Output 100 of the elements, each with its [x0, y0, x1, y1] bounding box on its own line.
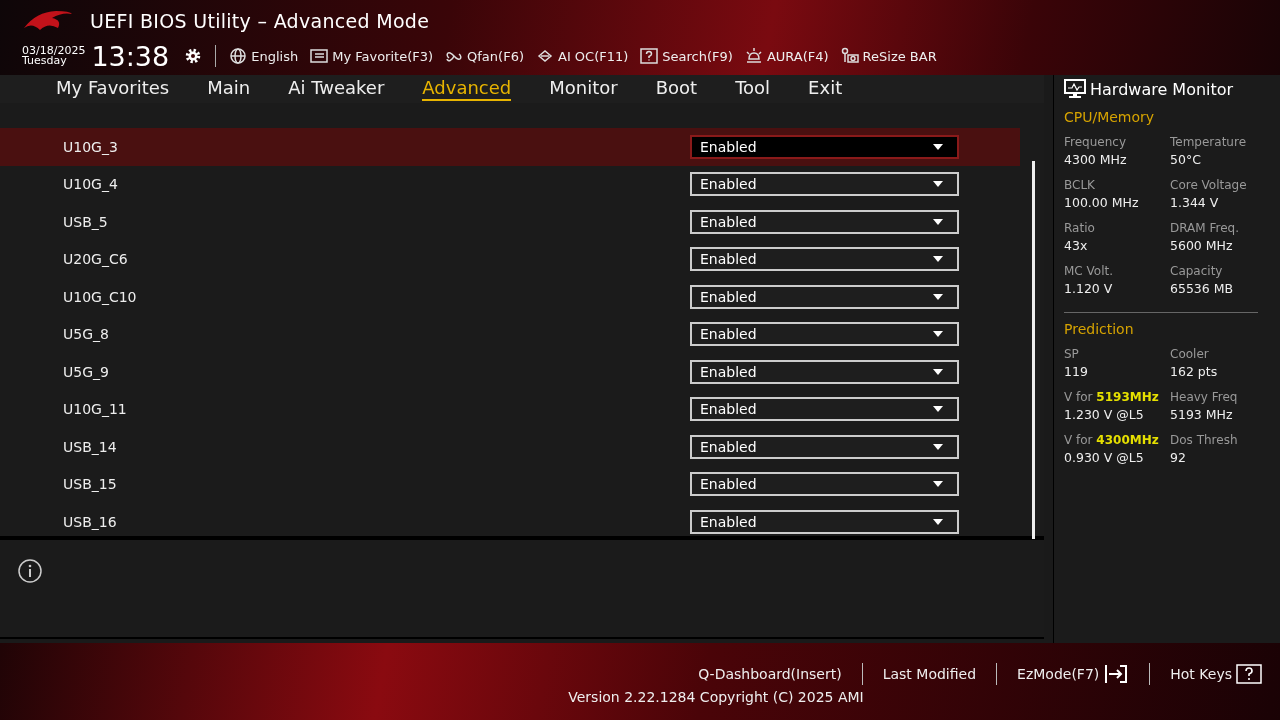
panel-title: Hardware Monitor	[1090, 79, 1234, 99]
caret-icon	[933, 481, 943, 488]
chip-icon	[535, 47, 555, 65]
stat-value: 5600 MHz	[1170, 238, 1234, 253]
caret-icon	[933, 518, 943, 525]
caret-icon	[933, 368, 943, 375]
toolbar-button[interactable]: ReSize BAR	[839, 47, 937, 65]
lamp-icon	[743, 47, 764, 65]
setting-label: U5G_8	[63, 326, 110, 343]
stat-value: 0.930 V @L5	[1064, 450, 1145, 465]
toolbar-button[interactable]: Qfan(F6)	[444, 47, 524, 65]
dropdown[interactable]: Enabled	[690, 472, 959, 497]
footer-link[interactable]: EzMode(F7)	[1017, 663, 1130, 685]
setting-label: U10G_11	[63, 401, 128, 418]
dropdown[interactable]: Enabled	[690, 247, 959, 272]
setting-row[interactable]: U5G_8 Enabled	[0, 315, 1020, 353]
menu-tab[interactable]: Ai Tweaker	[288, 77, 385, 101]
dropdown[interactable]: Enabled	[690, 284, 959, 309]
dropdown[interactable]: Enabled	[690, 209, 959, 234]
setting-label: U5G_9	[63, 363, 110, 380]
stat-label: Dos Thresh	[1170, 433, 1239, 447]
caret-icon	[933, 143, 943, 150]
stat-label: Temperature	[1170, 135, 1247, 149]
setting-label: U10G_4	[63, 176, 119, 193]
toolbar-button[interactable]: AURA(F4)	[743, 47, 829, 65]
section-title: Prediction	[1064, 321, 1135, 337]
scrollbar[interactable]	[1032, 161, 1035, 539]
menu-tab[interactable]: Tool	[735, 77, 771, 101]
setting-label: U10G_C10	[63, 288, 138, 305]
date-text: 03/18/2025	[22, 46, 86, 56]
caret-icon	[933, 218, 943, 225]
stat-value: 1.230 V @L5	[1064, 407, 1145, 422]
version-text: Version 2.22.1284 Copyright (C) 2025 AMI	[568, 689, 864, 705]
menu-tab[interactable]: Exit	[808, 77, 843, 101]
stat-value: 100.00 MHz	[1064, 195, 1140, 210]
dropdown[interactable]: Enabled	[690, 434, 959, 459]
stat-label: BCLK	[1064, 178, 1096, 192]
dropdown[interactable]: Enabled	[690, 172, 959, 197]
setting-label: USB_15	[63, 476, 118, 493]
stat-label: Ratio	[1064, 221, 1096, 235]
dropdown[interactable]: Enabled	[690, 509, 959, 534]
menu-tab[interactable]: Advanced	[422, 77, 512, 101]
dropdown[interactable]: Enabled	[690, 359, 959, 384]
toolbar-button[interactable]: AI OC(F11)	[535, 47, 629, 65]
graphics-card-icon	[839, 47, 860, 65]
day-text: Tuesday	[22, 56, 67, 66]
setting-label: U10G_3	[63, 138, 119, 155]
toolbar-button[interactable]: My Favorite(F3)	[309, 47, 434, 65]
question-icon	[639, 47, 660, 65]
dropdown[interactable]: Enabled	[690, 134, 959, 159]
dropdown[interactable]: Enabled	[690, 397, 959, 422]
setting-row[interactable]: USB_5 Enabled	[0, 203, 1020, 241]
setting-row[interactable]: USB_16 Enabled	[0, 503, 1020, 541]
stat-value: 65536 MB	[1170, 281, 1235, 296]
caret-icon	[933, 406, 943, 413]
stat-label: MC Volt.	[1064, 264, 1115, 278]
question-icon	[1236, 663, 1262, 685]
setting-row[interactable]: U10G_C10 Enabled	[0, 278, 1020, 316]
toolbar-button[interactable]: Search(F9)	[639, 47, 733, 65]
dropdown[interactable]: Enabled	[690, 322, 959, 347]
setting-label: U20G_C6	[63, 251, 129, 268]
setting-row[interactable]: USB_14 Enabled	[0, 428, 1020, 466]
footer-link[interactable]: Q-Dashboard(Insert)	[698, 666, 842, 682]
selected-row[interactable]: U10G_3 Enabled	[0, 128, 1020, 166]
setting-label: USB_5	[63, 213, 109, 230]
toolbar-button[interactable]: English	[228, 47, 299, 65]
setting-row[interactable]: USB_15 Enabled	[0, 465, 1020, 503]
stat-label: SP	[1064, 347, 1080, 361]
caret-icon	[933, 331, 943, 338]
setting-label: USB_14	[63, 438, 118, 455]
clock-time: 13:38	[91, 40, 170, 72]
monitor-icon	[1064, 79, 1086, 99]
window-title: UEFI BIOS Utility – Advanced Mode	[90, 10, 430, 32]
setting-row[interactable]: U10G_4 Enabled	[0, 165, 1020, 203]
setting-label: USB_16	[63, 513, 118, 530]
menu-tab[interactable]: Main	[207, 77, 251, 101]
caret-icon	[933, 293, 943, 300]
globe-icon	[228, 47, 249, 65]
caret-icon	[933, 256, 943, 263]
stat-label: Core Voltage	[1170, 178, 1248, 192]
stat-label: DRAM Freq.	[1170, 221, 1240, 235]
menu-tab[interactable]: Boot	[655, 77, 698, 101]
stat-label: Cooler	[1170, 347, 1210, 361]
setting-row[interactable]: U5G_9 Enabled	[0, 353, 1020, 391]
footer-link[interactable]: Last Modified	[882, 666, 977, 682]
stat-value: 1.344 V	[1170, 195, 1220, 210]
footer-link[interactable]: Hot Keys	[1170, 663, 1262, 685]
stat-value: 43x	[1064, 238, 1089, 253]
stat-label: V for 4300MHz	[1064, 433, 1160, 447]
stat-value: 92	[1170, 450, 1187, 465]
menu-tab[interactable]: My Favorites	[56, 77, 170, 101]
setting-row[interactable]: U20G_C6 Enabled	[0, 240, 1020, 278]
exit-icon	[1103, 663, 1130, 685]
caret-icon	[933, 181, 943, 188]
menu-tab[interactable]: Monitor	[549, 77, 618, 101]
stat-label: Frequency	[1064, 135, 1127, 149]
stat-value: 1.120 V	[1064, 281, 1114, 296]
stat-value: 4300 MHz	[1064, 152, 1128, 167]
setting-row[interactable]: U10G_11 Enabled	[0, 390, 1020, 428]
stat-value: 119	[1064, 364, 1089, 379]
